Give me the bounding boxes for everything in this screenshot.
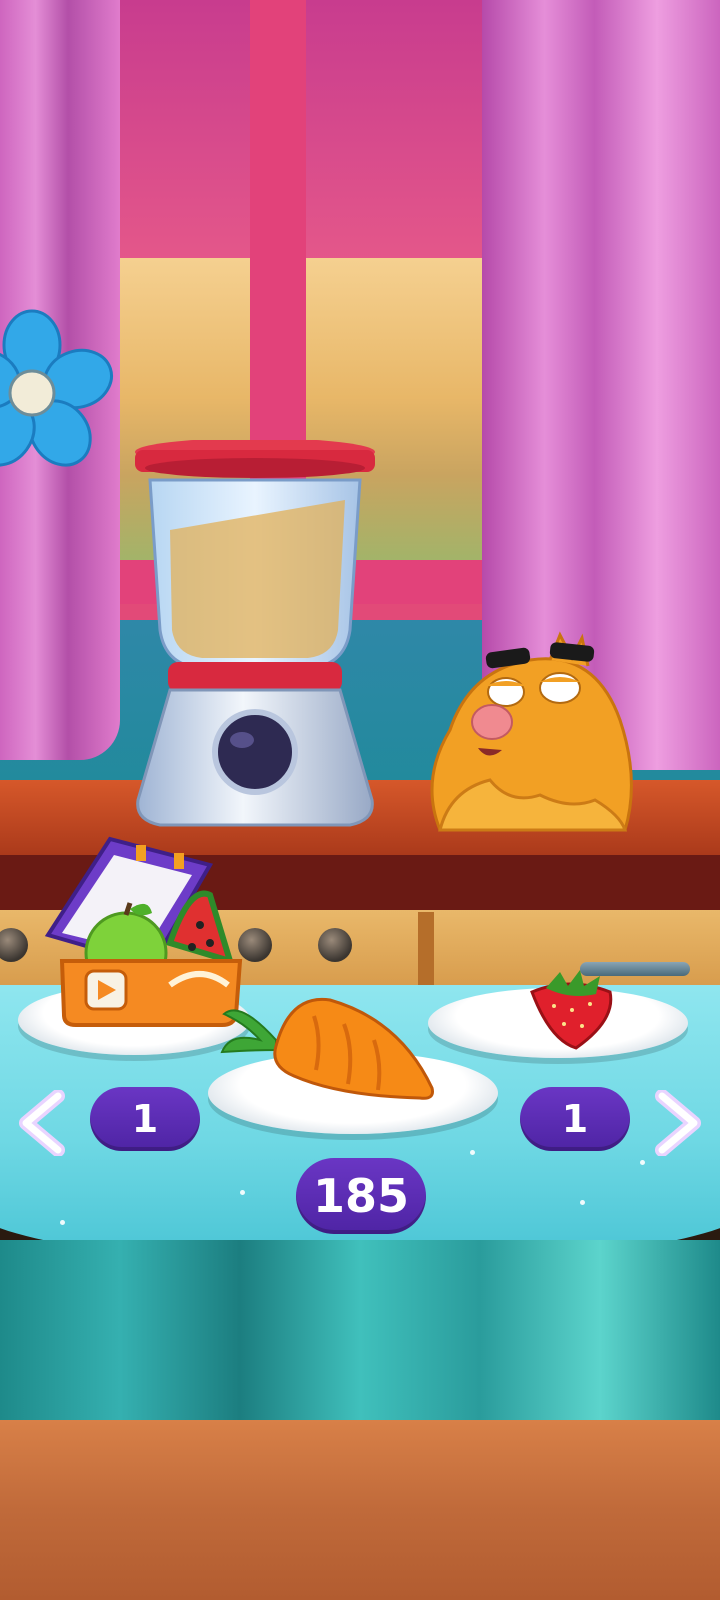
flower-icon [0, 309, 113, 467]
pet-character[interactable] [420, 630, 640, 840]
chevron-left-icon[interactable] [18, 1090, 70, 1156]
tablecloth [0, 1240, 720, 1440]
sparkle [240, 1190, 245, 1195]
cabinet-knob [318, 928, 352, 962]
sparkle [640, 1160, 645, 1165]
center-value-badge: 185 [296, 1158, 426, 1234]
carrot-item[interactable] [220, 980, 450, 1122]
strawberry-item[interactable] [520, 970, 620, 1052]
sparkle [580, 1200, 585, 1205]
left-item-count: 1 [90, 1087, 200, 1151]
right-item-count: 1 [520, 1087, 630, 1151]
blender[interactable] [130, 440, 380, 830]
sparkle [60, 1220, 65, 1225]
game-scene: 1 1 185 [0, 0, 720, 1600]
floor [0, 1420, 720, 1600]
sparkle [470, 1150, 475, 1155]
chevron-right-icon[interactable] [650, 1090, 702, 1156]
